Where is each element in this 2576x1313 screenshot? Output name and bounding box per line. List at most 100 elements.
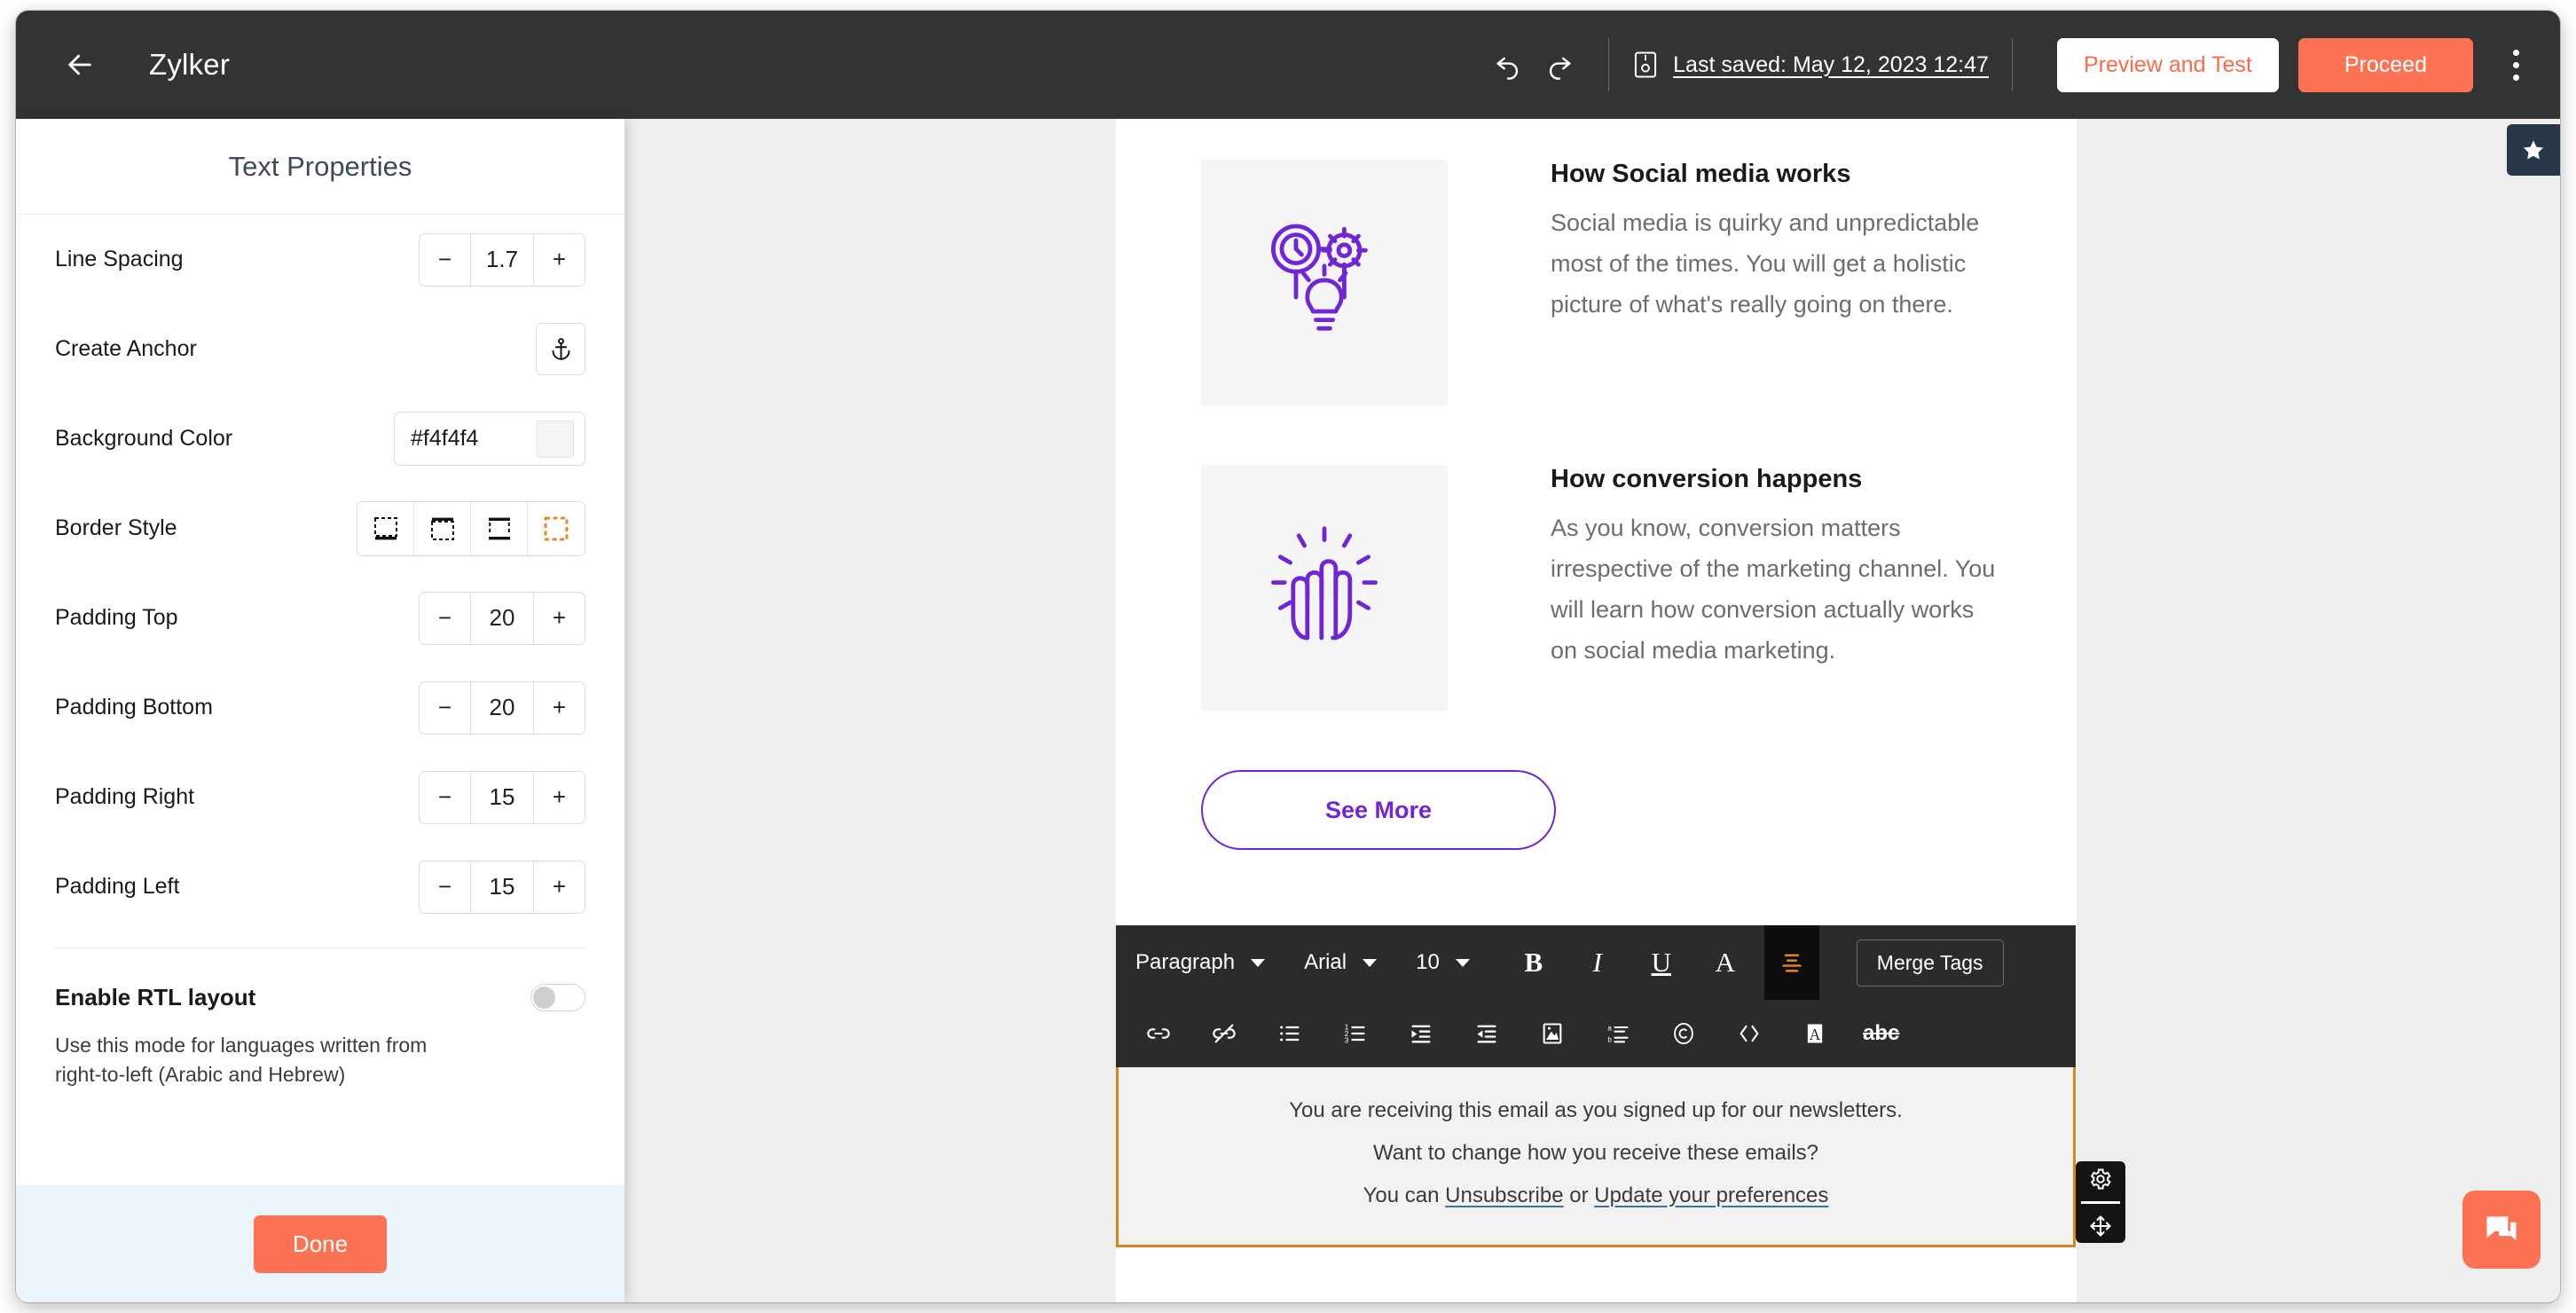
increment-button[interactable]: + [534,682,585,734]
padding-top-value[interactable]: 20 [470,592,534,644]
bullet-list-button[interactable] [1272,1016,1308,1051]
numbered-list-button[interactable]: 1 2 3 [1338,1016,1373,1051]
block-controls [2076,1161,2125,1243]
property-label: Background Color [55,426,233,451]
paragraph-style-value: Paragraph [1135,950,1236,974]
proceed-button[interactable]: Proceed [2297,37,2473,92]
border-style-bottom-only[interactable] [357,501,414,555]
property-label: Border Style [55,515,177,540]
padding-right-value[interactable]: 15 [470,771,534,823]
property-row-background-color: Background Color #f4f4f4 [55,394,585,484]
border-style-top-only[interactable] [414,501,471,555]
border-style-top-and-bottom[interactable] [471,501,528,555]
font-size-select[interactable]: 10 [1416,950,1470,975]
svg-text:b: b [1607,1035,1612,1043]
footer-line-3-mid: or [1563,1183,1595,1207]
block-body: Social media is quirky and unpredictable… [1551,209,1980,318]
chat-support-button[interactable] [2462,1191,2541,1269]
undo-icon [1496,57,1519,80]
undo-button[interactable] [1482,39,1534,90]
block-text-2[interactable]: How conversion happens As you know, conv… [1551,465,2077,712]
see-more-button[interactable]: See More [1201,770,1556,850]
decrement-button[interactable]: − [420,861,470,913]
font-color-button[interactable]: A [1700,938,1750,987]
chevron-down-icon [1251,958,1266,967]
increment-button[interactable]: + [534,593,585,644]
kebab-dot [2512,74,2519,81]
update-preferences-link[interactable]: Update your preferences [1594,1183,1828,1207]
top-header-bar: Zylker Last saved: May 12, 2023 12:47 Pr… [16,11,2560,119]
unlink-icon [1213,1024,1236,1043]
block-settings-button[interactable] [2088,1167,2113,1191]
block-move-handle[interactable] [2088,1214,2113,1238]
decrement-button[interactable]: − [420,234,470,286]
header-divider-left [1608,38,1610,91]
header-actions: Last saved: May 12, 2023 12:47 Preview a… [1482,11,2560,119]
done-button[interactable]: Done [253,1215,388,1273]
anchor-icon [552,338,569,360]
background-color-value: #f4f4f4 [411,426,479,451]
decrement-button[interactable]: − [420,772,470,823]
padding-left-value[interactable]: 15 [470,861,534,913]
bold-button[interactable]: B [1509,938,1559,987]
block-image-1[interactable] [1201,160,1448,406]
property-row-border-style: Border Style [55,484,585,573]
font-size-value: 10 [1416,950,1440,974]
indent-increase-button[interactable] [1403,1016,1439,1051]
link-button[interactable] [1141,1016,1176,1051]
back-button[interactable] [57,42,103,88]
rtl-toggle[interactable] [530,984,585,1011]
border-bottom-only-icon [373,516,397,539]
numbered-list-icon: 1 2 3 [1345,1023,1365,1045]
property-label: Create Anchor [55,336,197,361]
content-block-2[interactable]: How conversion happens As you know, conv… [1116,406,2077,712]
unlink-button[interactable] [1206,1016,1242,1051]
increment-button[interactable]: + [534,861,585,913]
special-characters-icon: a b [1607,1025,1629,1043]
padding-right-stepper: − 15 + [419,770,585,824]
border-style-options [357,500,585,556]
create-anchor-button[interactable] [536,323,585,375]
merge-tags-button[interactable]: Merge Tags [1856,939,2004,987]
special-characters-button[interactable]: a b [1600,1016,1636,1051]
insert-image-button[interactable] [1535,1016,1570,1051]
content-block-1[interactable]: How Social media works Social media is q… [1116,119,2077,406]
strikethrough-button[interactable]: abc [1863,1016,1899,1051]
border-style-all-sides[interactable] [528,502,585,555]
align-center-button[interactable] [1763,925,1819,1000]
last-saved-label[interactable]: Last saved: May 12, 2023 12:47 [1673,52,1989,78]
panel-footer: Done [16,1185,624,1302]
unsubscribe-link[interactable]: Unsubscribe [1445,1183,1563,1207]
rtl-description: Use this mode for languages written from… [55,1034,428,1087]
favorites-badge[interactable] [2507,124,2560,176]
italic-button[interactable]: I [1573,938,1622,987]
line-spacing-value[interactable]: 1.7 [470,233,534,286]
increment-button[interactable]: + [534,772,585,823]
decrement-button[interactable]: − [420,593,470,644]
more-options-button[interactable] [2491,37,2541,92]
paragraph-style-select[interactable]: Paragraph [1135,950,1266,975]
underline-button[interactable]: U [1637,938,1686,987]
font-family-select[interactable]: Arial [1304,950,1378,975]
property-row-line-spacing: Line Spacing − 1.7 + [55,215,585,304]
source-code-button[interactable] [1732,1016,1767,1051]
save-disk-icon[interactable] [1632,51,1659,79]
preview-and-test-button[interactable]: Preview and Test [2056,37,2279,92]
redo-button[interactable] [1534,39,1585,90]
color-swatch[interactable] [537,420,574,458]
border-top-only-icon [430,517,454,540]
text-background-button[interactable]: A [1797,1016,1833,1051]
footer-line-3-prefix: You can [1363,1183,1446,1207]
increment-button[interactable]: + [534,234,585,286]
property-row-padding-top: Padding Top − 20 + [55,573,585,663]
background-color-field[interactable]: #f4f4f4 [394,412,585,466]
indent-decrease-button[interactable] [1469,1016,1504,1051]
email-footer-block[interactable]: You are receiving this email as you sign… [1116,1058,2076,1247]
copyright-button[interactable] [1666,1016,1701,1051]
insert-image-icon [1543,1023,1562,1044]
property-label: Padding Bottom [55,695,213,719]
padding-bottom-value[interactable]: 20 [470,681,534,734]
block-image-2[interactable] [1201,465,1448,712]
block-text-1[interactable]: How Social media works Social media is q… [1551,160,2077,406]
decrement-button[interactable]: − [420,682,470,734]
